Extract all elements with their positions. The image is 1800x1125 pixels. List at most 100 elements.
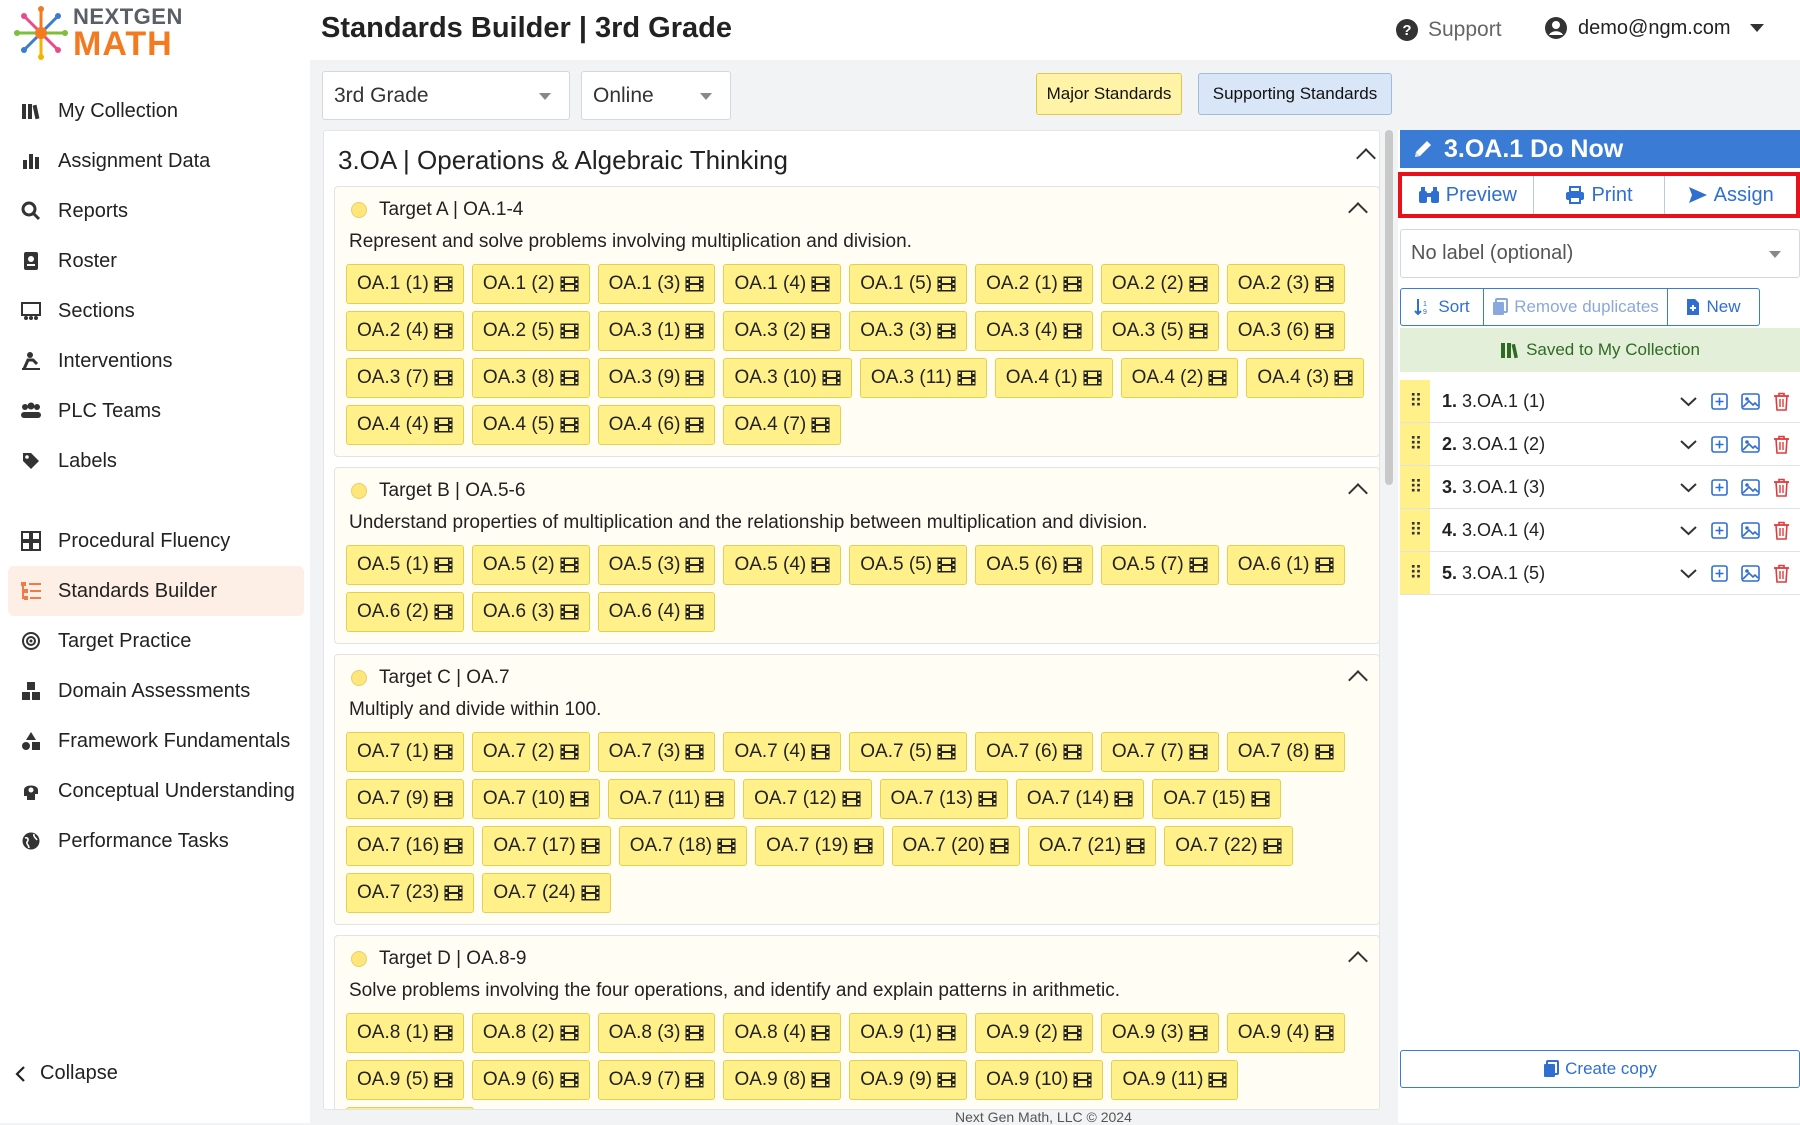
standard-chip[interactable]: OA.5 (7) — [1100, 545, 1219, 585]
trash-icon[interactable] — [1771, 563, 1792, 584]
standard-chip[interactable]: OA.7 (3) — [597, 732, 716, 772]
create-copy-button[interactable]: Create copy — [1400, 1050, 1800, 1088]
standard-chip[interactable]: OA.5 (3) — [597, 545, 716, 585]
standard-chip[interactable]: OA.5 (1) — [346, 545, 464, 585]
standard-chip[interactable]: OA.7 (10) — [471, 779, 601, 819]
support-link[interactable]: ? Support — [1396, 18, 1502, 42]
collapse-button[interactable]: Collapse — [14, 1062, 118, 1085]
collapse-target-chevron-icon[interactable] — [1348, 670, 1368, 690]
standard-chip[interactable]: OA.3 (7) — [346, 358, 464, 398]
assignment-item[interactable]: ⠿ 2. 3.OA.1 (2) — [1400, 423, 1800, 466]
supporting-standards-button[interactable]: Supporting Standards — [1198, 73, 1392, 115]
chevron-down-icon[interactable] — [1678, 520, 1699, 541]
standard-chip[interactable]: OA.7 (9) — [346, 779, 464, 819]
sidebar-item-performance-tasks[interactable]: Performance Tasks — [8, 816, 304, 866]
content-scrollbar[interactable] — [1385, 130, 1393, 485]
drag-handle-icon[interactable]: ⠿ — [1400, 552, 1430, 594]
standard-chip[interactable]: OA.7 (22) — [1164, 826, 1293, 866]
trash-icon[interactable] — [1771, 391, 1792, 412]
new-button[interactable]: New — [1668, 288, 1760, 326]
chevron-down-icon[interactable] — [1678, 563, 1699, 584]
standard-chip[interactable]: OA.7 (14) — [1015, 779, 1145, 819]
assignment-item[interactable]: ⠿ 1. 3.OA.1 (1) — [1400, 380, 1800, 423]
grade-select[interactable]: 3rd Grade — [322, 71, 570, 120]
sidebar-item-conceptual-understanding[interactable]: Conceptual Understanding — [8, 766, 304, 816]
standard-chip[interactable]: OA.4 (1) — [994, 358, 1113, 398]
add-square-icon[interactable] — [1709, 520, 1730, 541]
standard-chip[interactable]: OA.4 (2) — [1120, 358, 1239, 398]
standard-chip[interactable]: OA.9 (7) — [597, 1060, 716, 1100]
standard-chip[interactable]: OA.7 (5) — [849, 732, 968, 772]
standard-chip[interactable]: OA.8 (1) — [346, 1013, 464, 1053]
standard-chip[interactable]: OA.3 (1) — [597, 311, 716, 351]
standard-chip[interactable]: OA.3 (5) — [1100, 311, 1219, 351]
image-icon[interactable] — [1740, 477, 1761, 498]
standard-chip[interactable]: OA.7 (15) — [1152, 779, 1281, 819]
standard-chip[interactable]: OA.1 (5) — [849, 264, 968, 304]
remove-duplicates-button[interactable]: Remove duplicates — [1484, 288, 1668, 326]
standard-chip[interactable]: OA.6 (3) — [471, 592, 590, 632]
image-icon[interactable] — [1740, 391, 1761, 412]
standard-chip[interactable]: OA.1 (4) — [723, 264, 842, 304]
sidebar-item-sections[interactable]: Sections — [8, 286, 304, 336]
image-icon[interactable] — [1740, 520, 1761, 541]
sidebar-item-procedural-fluency[interactable]: Procedural Fluency — [8, 516, 304, 566]
standard-chip[interactable]: OA.4 (6) — [597, 405, 716, 445]
chevron-down-icon[interactable] — [1678, 391, 1699, 412]
drag-handle-icon[interactable]: ⠿ — [1400, 380, 1430, 422]
drag-handle-icon[interactable]: ⠿ — [1400, 423, 1430, 465]
standard-chip[interactable]: OA.9 (8) — [723, 1060, 842, 1100]
sidebar-item-target-practice[interactable]: Target Practice — [8, 616, 304, 666]
standard-chip[interactable]: OA.9 (11) — [1111, 1060, 1239, 1100]
chevron-down-icon[interactable] — [1678, 434, 1699, 455]
sidebar-item-interventions[interactable]: Interventions — [8, 336, 304, 386]
sort-button[interactable]: 19 Sort — [1400, 288, 1484, 326]
standard-chip[interactable]: OA.9 (3) — [1100, 1013, 1219, 1053]
sidebar-item-labels[interactable]: Labels — [8, 436, 304, 486]
drag-handle-icon[interactable]: ⠿ — [1400, 466, 1430, 508]
standard-chip[interactable]: OA.9 (5) — [346, 1060, 464, 1100]
collapse-target-chevron-icon[interactable] — [1348, 483, 1368, 503]
standard-chip[interactable]: OA.7 (12) — [743, 779, 872, 819]
standard-chip[interactable]: OA.3 (9) — [597, 358, 716, 398]
standard-chip[interactable]: OA.7 (20) — [891, 826, 1020, 866]
sidebar-item-domain-assessments[interactable]: Domain Assessments — [8, 666, 304, 716]
standard-chip[interactable]: OA.4 (7) — [723, 405, 842, 445]
drag-handle-icon[interactable]: ⠿ — [1400, 509, 1430, 551]
standard-chip[interactable]: OA.1 (3) — [597, 264, 716, 304]
standard-chip[interactable]: OA.7 (24) — [482, 873, 611, 913]
print-button[interactable]: Print — [1534, 176, 1666, 214]
standard-chip[interactable]: OA.2 (3) — [1226, 264, 1345, 304]
standard-chip[interactable]: OA.4 (4) — [346, 405, 464, 445]
standard-chip[interactable]: OA.9 (4) — [1226, 1013, 1345, 1053]
major-standards-button[interactable]: Major Standards — [1036, 73, 1182, 115]
standard-chip[interactable]: OA.3 (2) — [723, 311, 842, 351]
trash-icon[interactable] — [1771, 477, 1792, 498]
standard-chip[interactable]: OA.5 (2) — [471, 545, 590, 585]
sidebar-item-reports[interactable]: Reports — [8, 186, 304, 236]
standard-chip[interactable]: OA.3 (11) — [859, 358, 987, 398]
standard-chip[interactable]: OA.7 (23) — [346, 873, 475, 913]
collapse-domain-chevron-icon[interactable] — [1356, 148, 1376, 168]
standard-chip[interactable]: OA.9 (6) — [471, 1060, 590, 1100]
standard-chip[interactable]: OA.7 (7) — [1100, 732, 1219, 772]
standard-chip[interactable]: OA.3 (10) — [723, 358, 852, 398]
standard-chip[interactable]: OA.2 (4) — [346, 311, 464, 351]
collapse-target-chevron-icon[interactable] — [1348, 951, 1368, 971]
standard-chip[interactable]: OA.7 (18) — [618, 826, 748, 866]
assignment-item[interactable]: ⠿ 5. 3.OA.1 (5) — [1400, 552, 1800, 595]
standard-chip[interactable]: OA.3 (8) — [471, 358, 590, 398]
image-icon[interactable] — [1740, 434, 1761, 455]
standard-chip[interactable]: OA.9 (2) — [975, 1013, 1093, 1053]
standard-chip[interactable]: OA.7 (6) — [975, 732, 1093, 772]
add-square-icon[interactable] — [1709, 434, 1730, 455]
standard-chip[interactable]: OA.1 (2) — [471, 264, 590, 304]
standard-chip[interactable]: OA.7 (17) — [482, 826, 611, 866]
standard-chip[interactable]: OA.7 (11) — [608, 779, 736, 819]
standard-chip[interactable]: OA.5 (5) — [849, 545, 968, 585]
brand-logo[interactable]: NEXTGEN MATH — [14, 4, 204, 64]
standard-chip[interactable]: OA.7 (21) — [1027, 826, 1157, 866]
sidebar-item-roster[interactable]: Roster — [8, 236, 304, 286]
standard-chip[interactable]: OA.7 (13) — [879, 779, 1008, 819]
chevron-down-icon[interactable] — [1678, 477, 1699, 498]
